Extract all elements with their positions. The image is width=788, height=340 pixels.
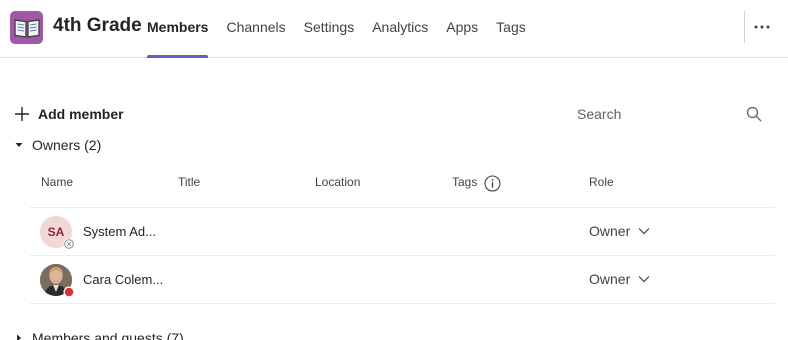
owners-section-label: Owners (2) <box>32 137 102 153</box>
column-header-title[interactable]: Title <box>178 175 200 189</box>
team-header: 4th Grade Members Channels Settings Anal… <box>0 0 788 58</box>
tab-analytics[interactable]: Analytics <box>372 0 428 58</box>
presence-offline-icon <box>63 238 75 250</box>
tab-channels[interactable]: Channels <box>226 0 285 58</box>
more-options-button[interactable] <box>751 16 773 38</box>
column-header-name[interactable]: Name <box>41 175 73 189</box>
tab-members[interactable]: Members <box>147 0 209 58</box>
book-icon <box>13 18 40 38</box>
chevron-down-icon <box>638 228 650 235</box>
presence-busy-icon <box>63 286 75 298</box>
table-row[interactable]: SA System Ad... Owner <box>30 208 775 256</box>
row-divider <box>30 303 775 304</box>
table-row[interactable]: Cara Colem... Owner <box>30 256 775 304</box>
members-section-toggle[interactable]: Members and guests (7) <box>14 328 184 340</box>
avatar-initials: SA <box>47 225 65 239</box>
chevron-down-icon <box>638 276 650 283</box>
search-input[interactable] <box>570 106 740 122</box>
member-name[interactable]: System Ad... <box>83 224 156 239</box>
tab-bar: Members Channels Settings Analytics Apps… <box>147 0 544 58</box>
team-name: 4th Grade <box>53 15 142 36</box>
add-member-button[interactable]: Add member <box>14 104 124 124</box>
column-header-tags[interactable]: Tags <box>452 175 477 189</box>
column-header-location[interactable]: Location <box>315 175 360 189</box>
owners-section-toggle[interactable]: Owners (2) <box>14 135 101 155</box>
more-horizontal-icon <box>754 25 770 29</box>
team-avatar <box>10 11 43 44</box>
tab-tags[interactable]: Tags <box>496 0 526 58</box>
add-member-label: Add member <box>38 106 124 122</box>
role-dropdown[interactable]: Owner <box>589 223 650 239</box>
tab-apps[interactable]: Apps <box>446 0 478 58</box>
search-box <box>570 100 770 128</box>
role-dropdown[interactable]: Owner <box>589 271 650 287</box>
tab-settings[interactable]: Settings <box>304 0 355 58</box>
search-icon[interactable] <box>746 106 762 122</box>
column-header-role[interactable]: Role <box>589 175 614 189</box>
members-section-label: Members and guests (7) <box>32 330 184 340</box>
role-value: Owner <box>589 223 631 239</box>
role-value: Owner <box>589 271 631 287</box>
info-icon[interactable] <box>484 175 501 192</box>
plus-icon <box>15 107 29 121</box>
caret-right-icon <box>17 334 21 340</box>
member-name[interactable]: Cara Colem... <box>83 272 163 287</box>
header-divider <box>744 11 745 43</box>
caret-down-icon <box>15 143 23 147</box>
